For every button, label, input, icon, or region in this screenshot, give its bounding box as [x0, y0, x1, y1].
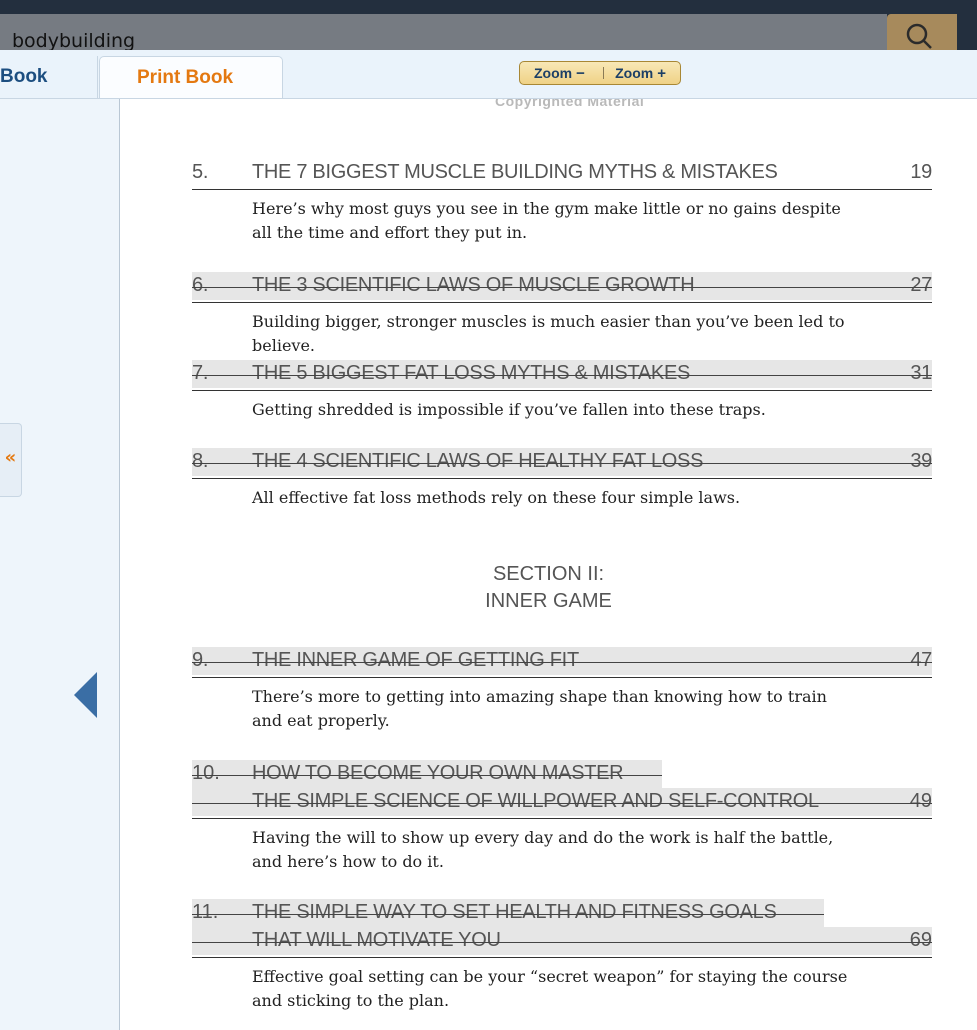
toc-entry-page: 47 — [910, 649, 932, 671]
toc-entry-heading: 6. THE 3 SCIENTIFIC LAWS OF MUSCLE GROWT… — [192, 272, 932, 300]
double-chevron-left-icon: « — [4, 447, 17, 468]
toc-entry-title: THE 5 BIGGEST FAT LOSS MYTHS & MISTAKES — [252, 362, 691, 384]
toc-entry-page: 19 — [910, 161, 932, 183]
toc-entry-description: All effective fat loss methods rely on t… — [252, 488, 741, 507]
search-button[interactable] — [887, 14, 957, 52]
toc-entry-number: 8. — [192, 450, 209, 472]
toc-entry-description: Effective goal setting can be your “secr… — [252, 967, 848, 1010]
book-page: Copyrighted Material 5. THE 7 BIGGEST MU… — [120, 99, 977, 1030]
toc-entry-heading: 8. THE 4 SCIENTIFIC LAWS OF HEALTHY FAT … — [192, 448, 932, 476]
toc-entry-heading: 7. THE 5 BIGGEST FAT LOSS MYTHS & MISTAK… — [192, 360, 932, 388]
toc-entry-number: 10. — [192, 762, 220, 784]
strikethrough-line — [192, 287, 932, 288]
strikethrough-line — [192, 662, 932, 663]
section-title: INNER GAME — [485, 590, 612, 612]
toc-entry-title: THE SIMPLE WAY TO SET HEALTH AND FITNESS… — [252, 901, 777, 923]
toc-entry-page: 69 — [909, 929, 932, 951]
toc-entry: 11. THE SIMPLE WAY TO SET HEALTH AND FIT… — [192, 899, 932, 1013]
toc-entry-title: THE 3 SCIENTIFIC LAWS OF MUSCLE GROWTH — [252, 274, 695, 296]
zoom-in-label: Zoom — [615, 65, 654, 81]
zoom-divider — [603, 67, 605, 79]
toc-entry-heading-line: THAT WILL MOTIVATE YOU 69 — [192, 927, 932, 955]
search-input[interactable] — [0, 14, 887, 52]
strikethrough-line — [192, 942, 932, 943]
toc-entry: 9. THE INNER GAME OF GETTING FIT 47 Ther… — [192, 647, 932, 733]
toc-entry-page: 31 — [910, 362, 932, 384]
toc-entry-page: 27 — [910, 274, 932, 296]
toc-entry-description: There’s more to getting into amazing sha… — [252, 687, 827, 730]
section-heading: SECTION II: INNER GAME — [120, 561, 977, 615]
top-search-bar — [0, 0, 977, 52]
toc-entry-number: 11. — [192, 901, 219, 923]
strikethrough-line — [192, 803, 932, 804]
toc-entry-title: THE INNER GAME OF GETTING FIT — [252, 649, 579, 671]
expand-sidebar-button[interactable]: « — [0, 423, 22, 497]
toc-entry-page: 49 — [909, 790, 932, 812]
zoom-in-button[interactable]: Zoom + — [615, 62, 680, 84]
toc-entry: 8. THE 4 SCIENTIFIC LAWS OF HEALTHY FAT … — [192, 448, 932, 510]
toc-entry-heading: 9. THE INNER GAME OF GETTING FIT 47 — [192, 647, 932, 675]
strikethrough-line — [192, 775, 662, 776]
toc-entry-description: Here’s why most guys you see in the gym … — [252, 199, 841, 242]
zoom-controls: Zoom − Zoom + — [519, 61, 681, 85]
minus-icon: − — [576, 64, 585, 82]
toc-entry-description: Building bigger, stronger muscles is muc… — [252, 312, 845, 355]
strikethrough-line — [192, 914, 824, 915]
toc-entry-subtitle: THAT WILL MOTIVATE YOU — [252, 929, 501, 951]
toc-rule — [192, 478, 932, 479]
copyright-watermark: Copyrighted Material — [495, 99, 645, 109]
toc-entry-number: 5. — [192, 161, 209, 183]
toc-entry-title: THE 4 SCIENTIFIC LAWS OF HEALTHY FAT LOS… — [252, 450, 704, 472]
toc-entry-heading-line: 11. THE SIMPLE WAY TO SET HEALTH AND FIT… — [192, 899, 932, 927]
strikethrough-line — [192, 463, 932, 464]
toc-entry: 7. THE 5 BIGGEST FAT LOSS MYTHS & MISTAK… — [192, 360, 932, 422]
toc-entry-number: 6. — [192, 274, 209, 296]
toc-entry-heading: 5. THE 7 BIGGEST MUSCLE BUILDING MYTHS &… — [192, 159, 932, 187]
toc-entry-page: 39 — [910, 450, 932, 472]
tab-print-book[interactable]: Print Book — [99, 56, 283, 98]
toc-entry-title: THE 7 BIGGEST MUSCLE BUILDING MYTHS & MI… — [252, 161, 778, 183]
toc-rule — [192, 302, 932, 303]
toc-entry-subtitle: THE SIMPLE SCIENCE OF WILLPOWER AND SELF… — [252, 790, 819, 812]
toc-entry-heading-line: 10. HOW TO BECOME YOUR OWN MASTER — [192, 760, 932, 788]
zoom-out-button[interactable]: Zoom − — [520, 62, 595, 84]
zoom-out-label: Zoom — [534, 65, 573, 81]
toc-entry: 10. HOW TO BECOME YOUR OWN MASTER THE SI… — [192, 760, 932, 874]
search-icon — [906, 23, 932, 49]
section-label: SECTION II: — [492, 563, 605, 585]
plus-icon: + — [657, 64, 666, 82]
tab-kindle-book[interactable]: Book — [0, 56, 98, 98]
toc-rule — [192, 677, 932, 678]
toc-rule — [192, 390, 932, 391]
toc-entry-heading-line: THE SIMPLE SCIENCE OF WILLPOWER AND SELF… — [192, 788, 932, 816]
format-tab-bar: Book Print Book Zoom − Zoom + — [0, 50, 977, 99]
toc-rule — [192, 818, 932, 819]
toc-entry: 6. THE 3 SCIENTIFIC LAWS OF MUSCLE GROWT… — [192, 272, 932, 358]
toc-entry-title: HOW TO BECOME YOUR OWN MASTER — [252, 762, 624, 784]
toc-entry: 5. THE 7 BIGGEST MUSCLE BUILDING MYTHS &… — [192, 159, 932, 245]
toc-rule — [192, 957, 932, 958]
toc-entry-number: 7. — [192, 362, 209, 384]
strikethrough-line — [192, 375, 932, 376]
toc-entry-number: 9. — [192, 649, 209, 671]
toc-entry-description: Having the will to show up every day and… — [252, 828, 834, 871]
toc-rule — [192, 189, 932, 190]
previous-page-arrow-icon[interactable] — [74, 672, 97, 718]
toc-entry-description: Getting shredded is impossible if you’ve… — [252, 400, 766, 419]
left-panel: « — [0, 99, 120, 1030]
